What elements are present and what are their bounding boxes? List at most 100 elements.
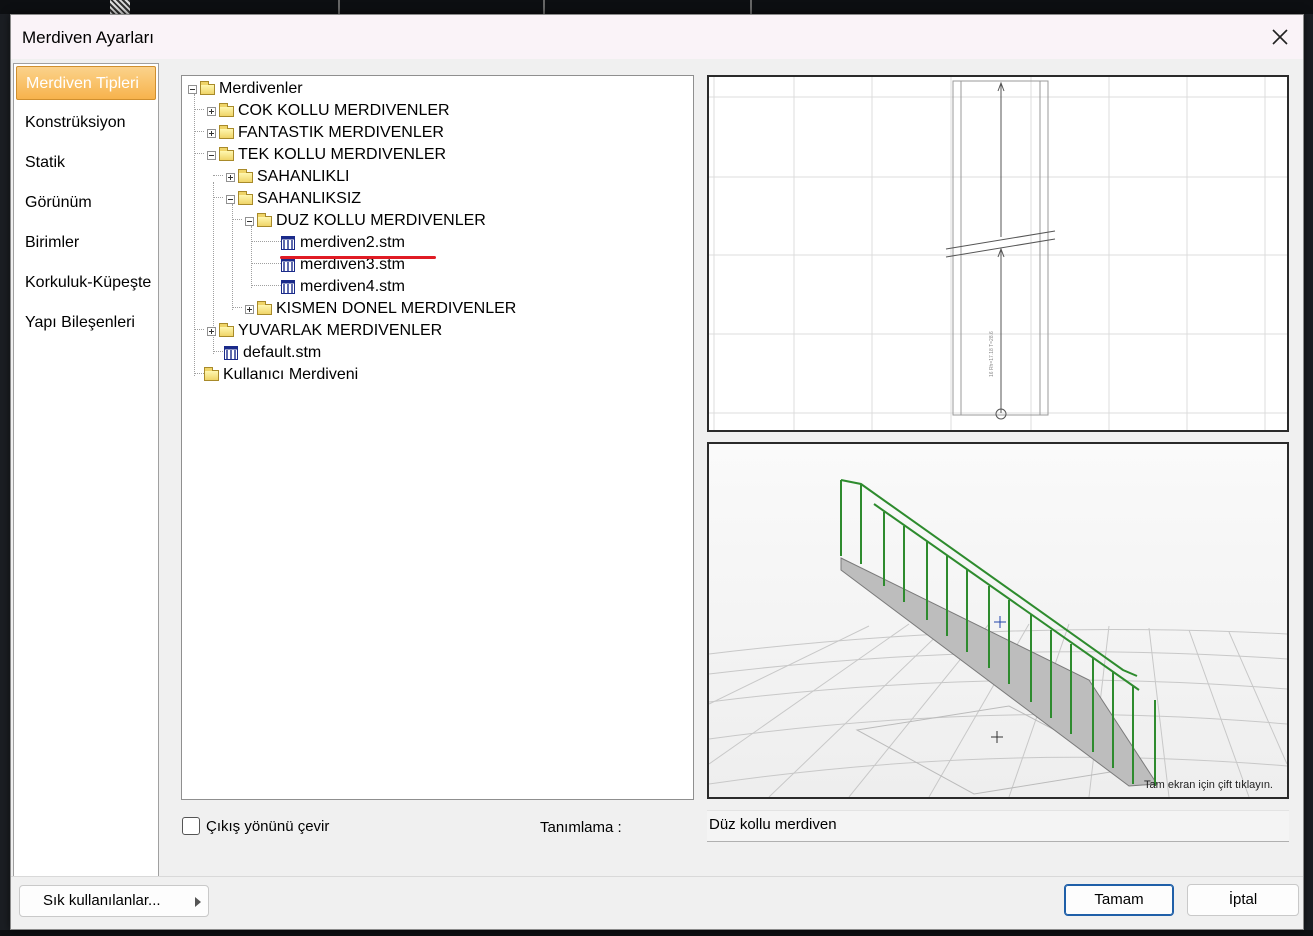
nav-item-label: Görünüm (25, 194, 92, 211)
3d-stair-drawing (709, 479, 1287, 797)
3d-preview[interactable]: Tam ekran için çift tıklayın. (707, 442, 1289, 799)
flip-exit-checkbox[interactable] (182, 817, 200, 835)
tree-node-yuvarlak[interactable]: YUVARLAK MERDIVENLER (207, 320, 442, 342)
nav-item-stair-types[interactable]: Merdiven Tipleri (16, 66, 156, 100)
tree-node-label: FANTASTIK MERDIVENLER (238, 124, 444, 141)
collapse-icon[interactable] (207, 150, 216, 160)
folder-icon (219, 102, 234, 117)
folder-icon (204, 366, 219, 381)
folder-icon (238, 190, 253, 205)
nav-item-label: Merdiven Tipleri (26, 75, 139, 92)
stair-file-icon (224, 346, 238, 360)
folder-icon (219, 124, 234, 139)
tree-connector (194, 329, 204, 330)
tree-connector (232, 219, 242, 220)
title-bar[interactable]: Merdiven Ayarları (11, 15, 1303, 59)
collapse-icon[interactable] (188, 84, 197, 94)
nav-item-appearance[interactable]: Görünüm (16, 186, 156, 220)
nav-item-building-components[interactable]: Yapı Bileşenleri (16, 306, 156, 340)
nav-item-label: Statik (25, 154, 66, 171)
tree-node-cok-kollu[interactable]: COK KOLLU MERDIVENLER (207, 100, 450, 122)
flip-exit-label: Çıkış yönünü çevir (206, 817, 330, 835)
footer-divider (11, 876, 1303, 877)
tree-node-fantastik[interactable]: FANTASTIK MERDIVENLER (207, 122, 444, 144)
nav-item-label: Yapı Bileşenleri (25, 314, 135, 331)
ok-button[interactable]: Tamam (1064, 884, 1174, 916)
tree-node-kismen-donel[interactable]: KISMEN DONEL MERDIVENLER (245, 298, 516, 320)
nav-item-label: Korkuluk-Küpeşte (25, 274, 152, 291)
tree-node-label: COK KOLLU MERDIVENLER (238, 102, 450, 119)
tree-connector (194, 94, 195, 376)
tree-node-default[interactable]: default.stm (224, 342, 321, 364)
tree-node-user-stair[interactable]: Kullanıcı Merdiveni (204, 364, 358, 386)
description-field[interactable]: Düz kollu merdiven (707, 810, 1289, 842)
expand-icon[interactable] (207, 106, 216, 116)
flip-exit-option[interactable]: Çıkış yönünü çevir (182, 817, 329, 835)
nav-item-label: Konstrüksiyon (25, 114, 126, 131)
stair-settings-dialog: Merdiven Ayarları Merdiven Tipleri Konst… (10, 14, 1304, 930)
background-hatch (110, 0, 130, 14)
nav-item-label: Birimler (25, 234, 80, 251)
background-line (543, 0, 545, 14)
background-app-strip-bottom (0, 930, 1313, 936)
tree-node-label: SAHANLIKSIZ (257, 190, 362, 207)
tree-node-label: SAHANLIKLI (257, 168, 350, 185)
submenu-arrow-icon (195, 897, 201, 907)
tree-node-merdiven4[interactable]: merdiven4.stm (281, 276, 405, 298)
tree-node-label: YUVARLAK MERDIVENLER (238, 322, 443, 339)
close-icon (1272, 29, 1288, 45)
tree-connector (194, 153, 204, 154)
tree-connector (194, 373, 204, 374)
background-app-strip (0, 0, 1313, 14)
tree-node-merdiven2[interactable]: merdiven2.stm (281, 232, 405, 254)
tree-connector (251, 263, 281, 264)
close-button[interactable] (1265, 23, 1295, 51)
nav-item-construction[interactable]: Konstrüksiyon (16, 106, 156, 140)
tree-node-label: TEK KOLLU MERDIVENLER (238, 146, 447, 163)
tree-node-label: merdiven2.stm (300, 234, 405, 251)
description-label: Tanımlama : (540, 819, 622, 836)
expand-icon[interactable] (226, 172, 235, 182)
tree-connector (251, 241, 281, 242)
folder-icon (257, 212, 272, 227)
tree-node-merdivenler[interactable]: Merdivenler (188, 78, 303, 100)
fullscreen-hint: Tam ekran için çift tıklayın. (1144, 779, 1273, 791)
nav-item-units[interactable]: Birimler (16, 226, 156, 260)
tree-node-label: DUZ KOLLU MERDIVENLER (276, 212, 486, 229)
tree-connector (251, 226, 252, 288)
favorites-button[interactable]: Sık kullanılanlar... (19, 885, 209, 917)
tree-connector (251, 285, 281, 286)
tree-connector (194, 131, 204, 132)
nav-item-railing[interactable]: Korkuluk-Küpeşte (16, 266, 156, 300)
cancel-button[interactable]: İptal (1187, 884, 1299, 916)
tree-node-label: Kullanıcı Merdiveni (223, 366, 359, 383)
plan-drawing: 16 Rh=17.18 T=28.6 (709, 77, 1287, 430)
tree-node-sahanliksiz[interactable]: SAHANLIKSIZ (226, 188, 361, 210)
tree-node-duz-kollu[interactable]: DUZ KOLLU MERDIVENLER (245, 210, 486, 232)
folder-icon (219, 146, 234, 161)
expand-icon[interactable] (207, 128, 216, 138)
tree-node-tek-kollu[interactable]: TEK KOLLU MERDIVENLER (207, 144, 446, 166)
plan-dimension-text: 16 Rh=17.18 T=28.6 (989, 331, 995, 377)
nav-item-statics[interactable]: Statik (16, 146, 156, 180)
selection-underline (280, 256, 436, 259)
expand-icon[interactable] (245, 304, 254, 314)
tree-connector (213, 197, 223, 198)
plan-preview[interactable]: 16 Rh=17.18 T=28.6 (707, 75, 1289, 432)
folder-icon (238, 168, 253, 183)
background-line (338, 0, 340, 14)
tree-node-label: merdiven4.stm (300, 278, 405, 295)
expand-icon[interactable] (207, 326, 216, 336)
tree-node-label: default.stm (243, 344, 322, 361)
stair-file-icon (281, 236, 295, 250)
tree-node-label: KISMEN DONEL MERDIVENLER (276, 300, 517, 317)
favorites-button-label: Sık kullanılanlar... (43, 892, 161, 909)
dialog-title: Merdiven Ayarları (22, 28, 154, 47)
folder-icon (200, 80, 215, 95)
stair-file-icon (281, 258, 295, 272)
collapse-icon[interactable] (226, 194, 235, 204)
stair-type-tree[interactable]: Merdivenler COK KOLLU MERDIVENLER FANTAS… (181, 75, 694, 800)
folder-icon (257, 300, 272, 315)
tree-node-sahanlikli[interactable]: SAHANLIKLI (226, 166, 349, 188)
collapse-icon[interactable] (245, 216, 254, 226)
